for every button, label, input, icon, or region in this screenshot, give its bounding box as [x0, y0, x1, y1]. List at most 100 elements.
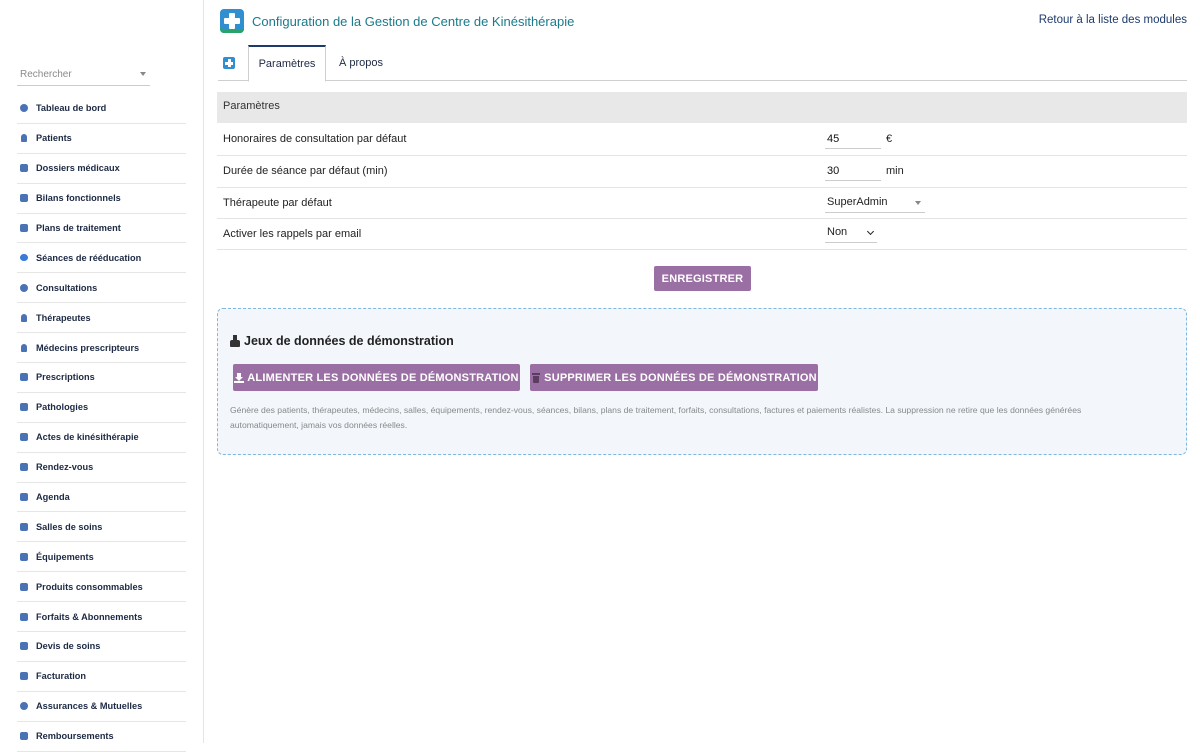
param-label: Activer les rappels par email — [223, 228, 362, 240]
module-tab-icon — [223, 57, 235, 69]
fees-input[interactable]: 45 — [825, 131, 881, 149]
shield-icon — [19, 701, 29, 711]
sidebar-item-label: Actes de kinésithérapie — [36, 432, 139, 443]
sidebar-item[interactable]: Actes de kinésithérapie — [17, 423, 186, 453]
back-to-modules-link[interactable]: Retour à la liste des modules — [1039, 14, 1187, 26]
user-doctor-icon — [19, 343, 29, 353]
file-signature-icon — [19, 641, 29, 651]
sidebar-item[interactable]: Équipements — [17, 542, 186, 573]
tab-bar: Paramètres À propos — [218, 45, 1187, 82]
sidebar-item[interactable]: Séances de rééducation — [17, 243, 186, 274]
user-md-icon — [19, 313, 29, 323]
invoice-icon — [19, 671, 29, 681]
sidebar-item[interactable]: Thérapeutes — [17, 303, 186, 334]
demo-title: Jeux de données de démonstration — [230, 334, 454, 348]
sidebar-item-label: Médecins prescripteurs — [36, 342, 140, 353]
param-label: Durée de séance par défaut (min) — [223, 165, 388, 177]
reminders-select-value: Non — [827, 226, 848, 238]
sidebar-item-label: Pathologies — [36, 402, 89, 413]
sidebar-item-label: Thérapeutes — [36, 312, 91, 323]
feed-demo-label: ALIMENTER LES DONNÉES DE DÉMONSTRATION — [247, 371, 519, 384]
sidebar-item[interactable]: Patients — [17, 124, 186, 154]
sidebar-item[interactable]: Pathologies — [17, 393, 186, 423]
sidebar-item[interactable]: Devis de soins — [17, 632, 186, 662]
therapist-select[interactable]: SuperAdmin — [825, 194, 925, 213]
calendar-check-icon — [19, 462, 29, 472]
params-section-header: Paramètres — [217, 92, 1187, 123]
sidebar: Rechercher Tableau de bord Patients Dossie… — [0, 0, 204, 752]
heart-icon — [19, 253, 29, 263]
module-logo-icon — [220, 9, 244, 33]
chevron-down-icon — [866, 227, 875, 236]
sidebar-item[interactable]: Salles de soins — [17, 512, 186, 543]
sidebar-item-label: Devis de soins — [36, 641, 101, 652]
param-label: Thérapeute par défaut — [223, 197, 332, 209]
sidebar-item[interactable]: Consultations — [17, 273, 186, 304]
sidebar-search-select[interactable]: Rechercher — [17, 66, 150, 86]
sidebar-item[interactable]: Assurances & Mutuelles — [17, 692, 186, 722]
sidebar-item[interactable]: Forfaits & Abonnements — [17, 602, 186, 633]
search-placeholder: Rechercher — [20, 69, 72, 80]
tab-parametres[interactable]: Paramètres — [248, 45, 326, 82]
delete-demo-data-button[interactable]: SUPPRIMER LES DONNÉES DE DÉMONSTRATION — [530, 364, 818, 391]
feed-demo-data-button[interactable]: ALIMENTER LES DONNÉES DE DÉMONSTRATION — [233, 364, 520, 391]
sidebar-item-label: Tableau de bord — [36, 103, 107, 114]
stethoscope-icon — [19, 283, 29, 293]
door-icon — [19, 522, 29, 532]
sidebar-item[interactable]: Produits consommables — [17, 572, 186, 603]
refund-icon — [19, 731, 29, 741]
param-row-fees: Honoraires de consultation par défaut 45… — [217, 124, 1187, 156]
calendar-icon — [19, 492, 29, 502]
demo-title-text: Jeux de données de démonstration — [244, 334, 454, 348]
sidebar-item[interactable]: Agenda — [17, 483, 186, 513]
euro-unit: € — [886, 133, 893, 145]
sidebar-item-label: Dossiers médicaux — [36, 163, 120, 174]
sidebar-item-label: Facturation — [36, 671, 87, 682]
disease-icon — [19, 402, 29, 412]
param-label: Honoraires de consultation par défaut — [223, 133, 407, 145]
sidebar-item[interactable]: Prescriptions — [17, 363, 186, 393]
sidebar-item-label: Plans de traitement — [36, 223, 121, 233]
sidebar-item-label: Rendez-vous — [36, 462, 94, 473]
save-button[interactable]: ENREGISTRER — [654, 266, 751, 291]
page-title: Configuration de la Gestion de Centre de… — [252, 14, 575, 29]
demo-description: Génère des patients, thérapeutes, médeci… — [230, 405, 1082, 430]
trash-icon — [531, 372, 541, 383]
email-reminders-select[interactable]: Non — [825, 224, 877, 243]
boxes-icon — [19, 582, 29, 592]
folder-icon — [19, 163, 29, 173]
sidebar-item[interactable]: Rendez-vous — [17, 453, 186, 483]
dashboard-icon — [19, 103, 29, 113]
sidebar-menu: Tableau de bord Patients Dossiers médicaux… — [17, 94, 186, 752]
sidebar-item[interactable]: Facturation — [17, 662, 186, 692]
demo-data-panel: Jeux de données de démonstration ALIMENT… — [217, 308, 1187, 455]
download-icon — [234, 372, 245, 383]
param-row-therapist: Thérapeute par défaut SuperAdmin — [217, 188, 1187, 219]
clipboard-plan-icon — [19, 223, 29, 233]
sidebar-item-label: Produits consommables — [36, 581, 143, 592]
param-row-duration: Durée de séance par défaut (min) 30 min — [217, 156, 1187, 188]
card-icon — [19, 612, 29, 622]
sidebar-item-label: Salles de soins — [36, 521, 103, 532]
delete-demo-label: SUPPRIMER LES DONNÉES DE DÉMONSTRATION — [544, 371, 817, 384]
sidebar-item-label: Remboursements — [36, 731, 114, 742]
caret-down-icon — [140, 72, 146, 76]
sidebar-item[interactable]: Dossiers médicaux — [17, 154, 186, 184]
sidebar-item-label: Bilans fonctionnels — [36, 193, 121, 204]
caret-down-icon — [915, 201, 921, 205]
user-icon — [19, 133, 29, 143]
param-row-reminders: Activer les rappels par email Non — [217, 219, 1187, 250]
tab-a-propos[interactable]: À propos — [329, 45, 393, 81]
medkit-icon — [19, 552, 29, 562]
sidebar-item-label: Forfaits & Abonnements — [36, 611, 143, 622]
therapist-select-value: SuperAdmin — [827, 196, 888, 208]
sidebar-item[interactable]: Tableau de bord — [17, 94, 186, 124]
sidebar-item[interactable]: Médecins prescripteurs — [17, 333, 186, 364]
duration-input[interactable]: 30 — [825, 163, 881, 181]
sidebar-item[interactable]: Plans de traitement — [17, 214, 186, 244]
clipboard-icon — [19, 193, 29, 203]
sidebar-item[interactable]: Remboursements — [17, 722, 186, 752]
sidebar-item-label: Patients — [36, 133, 72, 144]
flask-icon — [230, 335, 240, 347]
sidebar-item[interactable]: Bilans fonctionnels — [17, 184, 186, 214]
